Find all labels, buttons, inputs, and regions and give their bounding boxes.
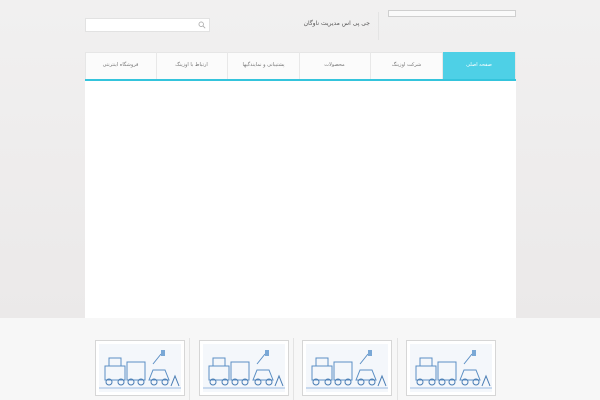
footer-background: [0, 318, 600, 400]
nav-item-support[interactable]: پشتیبانی و نمایندگیها: [228, 52, 300, 79]
fleet-illustration-icon: [99, 344, 181, 392]
search-input[interactable]: [86, 19, 196, 31]
search-icon[interactable]: [198, 21, 206, 29]
site-title[interactable]: جی پی اس مدیریت ناوگان: [300, 18, 370, 30]
thumbnail-card[interactable]: [406, 340, 496, 396]
thumb-divider: [293, 338, 294, 400]
fleet-illustration-icon: [410, 344, 492, 392]
thumbnail-card[interactable]: [199, 340, 289, 396]
thumbnail-card[interactable]: [95, 340, 185, 396]
header-divider: [378, 12, 379, 40]
top-bar-field[interactable]: [388, 10, 516, 17]
fleet-illustration-icon: [306, 344, 388, 392]
nav-item-shop[interactable]: فروشگاه اینترنتی: [85, 52, 157, 79]
thumb-divider: [397, 338, 398, 400]
thumbnail-card[interactable]: [302, 340, 392, 396]
nav-item-contact[interactable]: ارتباط با اوزینگ: [156, 52, 228, 79]
thumb-divider: [189, 338, 190, 400]
content-slider-area: [85, 81, 516, 318]
search-box[interactable]: [85, 18, 210, 32]
nav-item-company[interactable]: شرکت اوزینگ: [371, 52, 443, 79]
fleet-illustration-icon: [203, 344, 285, 392]
nav-item-products[interactable]: محصولات: [299, 52, 371, 79]
nav-item-home[interactable]: صفحه اصلی: [443, 52, 515, 79]
